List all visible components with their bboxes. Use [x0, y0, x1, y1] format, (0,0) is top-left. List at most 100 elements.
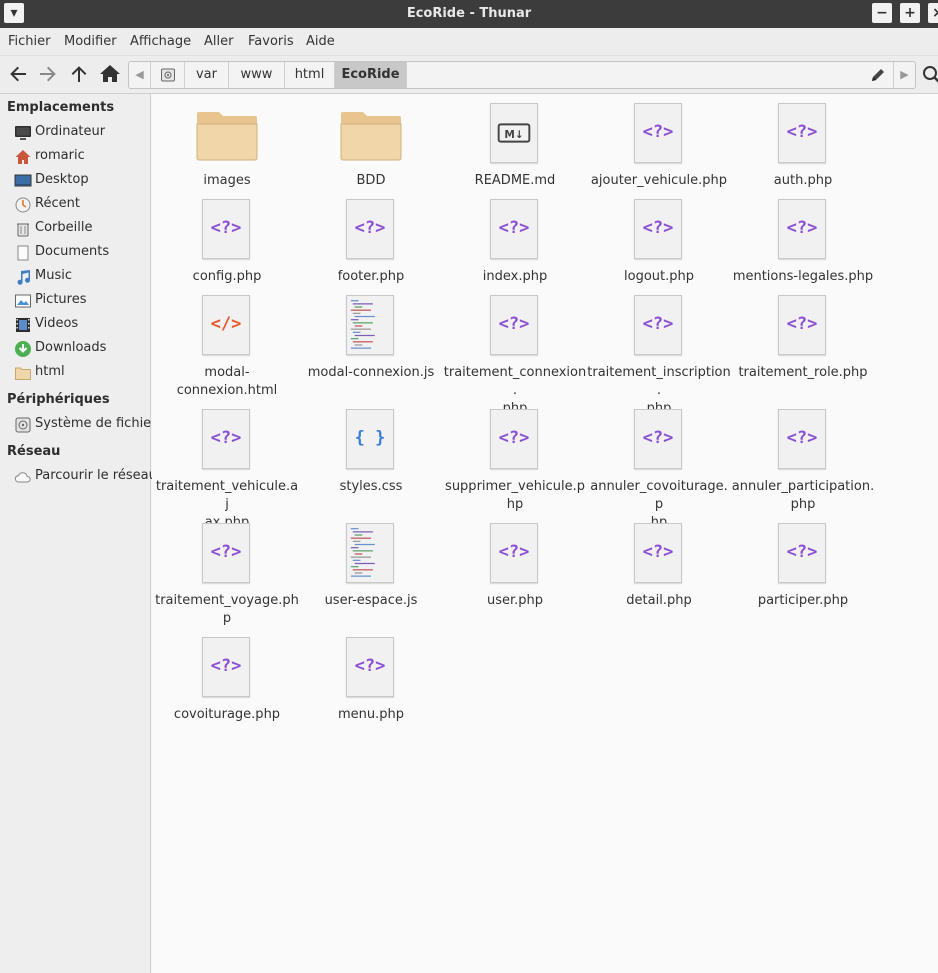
minimize-button[interactable]: −	[872, 3, 892, 23]
file-type-glyph: <?>	[642, 122, 674, 142]
sidebar-item-systeme-de-fichiers[interactable]: Système de fichiers	[14, 414, 163, 436]
php-file-icon: <?>	[777, 102, 827, 164]
file-type-glyph: <?>	[642, 542, 674, 562]
crumb-var[interactable]: var	[185, 62, 229, 88]
videos-icon	[16, 318, 30, 332]
search-icon[interactable]	[921, 64, 938, 86]
php-file-icon: <?>	[345, 636, 395, 698]
php-file-icon: <?>	[777, 198, 827, 260]
sidebar-item-documents[interactable]: Documents	[14, 242, 151, 264]
sidebar-section-places: Emplacements	[7, 100, 115, 115]
file-name: logout.php	[624, 269, 694, 284]
sidebar-item-music[interactable]: Music	[14, 266, 151, 288]
php-file-icon: <?>	[489, 408, 539, 470]
trash-icon	[17, 223, 29, 237]
php-file-icon: <?>	[201, 636, 251, 698]
sidebar-item-romaric[interactable]: romaric	[14, 146, 151, 168]
menu-favoris[interactable]: Favoris	[248, 34, 294, 49]
file-type-glyph: <?>	[210, 542, 242, 562]
file-name: traitement_voyage.ph p	[155, 593, 299, 626]
sidebar-item-videos[interactable]: Videos	[14, 314, 151, 336]
php-file-icon: <?>	[633, 522, 683, 584]
crumb-html[interactable]: html	[285, 62, 335, 88]
css-file-icon: { }	[345, 408, 395, 470]
breadcrumb-scroll-left-icon[interactable]: ◀	[129, 62, 151, 88]
file-name: BDD	[356, 173, 386, 188]
file-name: index.php	[482, 269, 548, 284]
drive-icon	[15, 417, 31, 433]
sidebar-section-network: Réseau	[7, 444, 61, 459]
title-bar: ▾ EcoRide - Thunar − + ×	[0, 0, 938, 28]
file-type-glyph: <?>	[354, 218, 386, 238]
menu-fichier[interactable]: Fichier	[8, 34, 51, 49]
file-name: images	[203, 173, 251, 188]
markdown-file-icon: M↓	[489, 102, 539, 164]
sidebar-item-ordinateur[interactable]: Ordinateur	[14, 122, 151, 144]
sidebar-section-devices: Périphériques	[7, 392, 110, 407]
php-file-icon: <?>	[633, 294, 683, 356]
php-file-icon: <?>	[777, 408, 827, 470]
file-name: ajouter_vehicule.php	[590, 173, 728, 188]
sidebar-item-parcourir-le-reseau[interactable]: Parcourir le réseau	[14, 466, 157, 488]
pictures-icon	[15, 294, 31, 308]
sidebar-item-downloads[interactable]: Downloads	[14, 338, 151, 360]
recent-icon	[15, 197, 31, 213]
file-type-glyph: <?>	[642, 428, 674, 448]
sidebar-item-html[interactable]: html	[14, 362, 151, 384]
php-file-icon: <?>	[201, 408, 251, 470]
network-icon	[14, 472, 31, 483]
php-file-icon: <?>	[201, 522, 251, 584]
file-name: README.md	[474, 173, 556, 188]
menu-modifier[interactable]: Modifier	[64, 34, 117, 49]
file-name: supprimer_vehicule.p hp	[445, 479, 585, 512]
file-type-glyph: <?>	[786, 218, 818, 238]
php-file-icon: <?>	[345, 198, 395, 260]
breadcrumb-scroll-right-icon[interactable]: ▶	[893, 62, 915, 88]
window-title: EcoRide - Thunar	[406, 6, 532, 21]
file-type-glyph: <?>	[210, 656, 242, 676]
menu-aller[interactable]: Aller	[204, 34, 233, 49]
back-icon[interactable]	[6, 62, 30, 86]
js-file-icon	[345, 294, 395, 356]
js-file-icon	[345, 522, 395, 584]
file-type-glyph: <?>	[786, 314, 818, 334]
computer-icon	[15, 126, 31, 140]
sidebar-item-desktop[interactable]: Desktop	[14, 170, 151, 192]
breadcrumb: ◀ var www html EcoRide ▶	[128, 61, 916, 89]
maximize-button[interactable]: +	[900, 3, 920, 23]
home-icon[interactable]	[98, 62, 122, 86]
file-name: user-espace.js	[324, 593, 418, 608]
forward-icon[interactable]	[36, 62, 60, 86]
file-type-glyph: <?>	[498, 218, 530, 238]
file-type-glyph: </>	[210, 314, 242, 334]
file-type-glyph: <?>	[786, 122, 818, 142]
file-name: traitement_role.php	[738, 365, 868, 380]
php-file-icon: <?>	[201, 198, 251, 260]
file-name: auth.php	[773, 173, 833, 188]
file-type-glyph: <?>	[498, 428, 530, 448]
file-name: menu.php	[337, 707, 404, 722]
file-type-glyph: <?>	[498, 542, 530, 562]
svg-text:M↓: M↓	[504, 129, 523, 141]
close-button[interactable]: ×	[928, 3, 938, 23]
crumb-ecoride[interactable]: EcoRide	[335, 62, 407, 88]
php-file-icon: <?>	[633, 198, 683, 260]
folder-icon	[195, 102, 259, 164]
file-type-glyph: <?>	[498, 314, 530, 334]
php-file-icon: <?>	[633, 102, 683, 164]
sidebar-item-corbeille[interactable]: Corbeille	[14, 218, 151, 240]
sidebar-item-pictures[interactable]: Pictures	[14, 290, 151, 312]
folder-icon	[339, 102, 403, 164]
file-type-glyph: <?>	[642, 218, 674, 238]
edit-location-icon[interactable]	[869, 66, 887, 84]
sidebar-item-recent[interactable]: Récent	[14, 194, 151, 216]
file-name: modal-connexion.html	[176, 365, 278, 398]
filesystem-root-crumb[interactable]	[151, 62, 185, 88]
up-icon[interactable]	[67, 62, 91, 86]
home-icon	[15, 150, 31, 164]
toolbar: ◀ var www html EcoRide ▶	[0, 56, 938, 94]
file-type-glyph: <?>	[210, 428, 242, 448]
menu-affichage[interactable]: Affichage	[130, 34, 191, 49]
menu-aide[interactable]: Aide	[306, 34, 335, 49]
crumb-www[interactable]: www	[229, 62, 285, 88]
